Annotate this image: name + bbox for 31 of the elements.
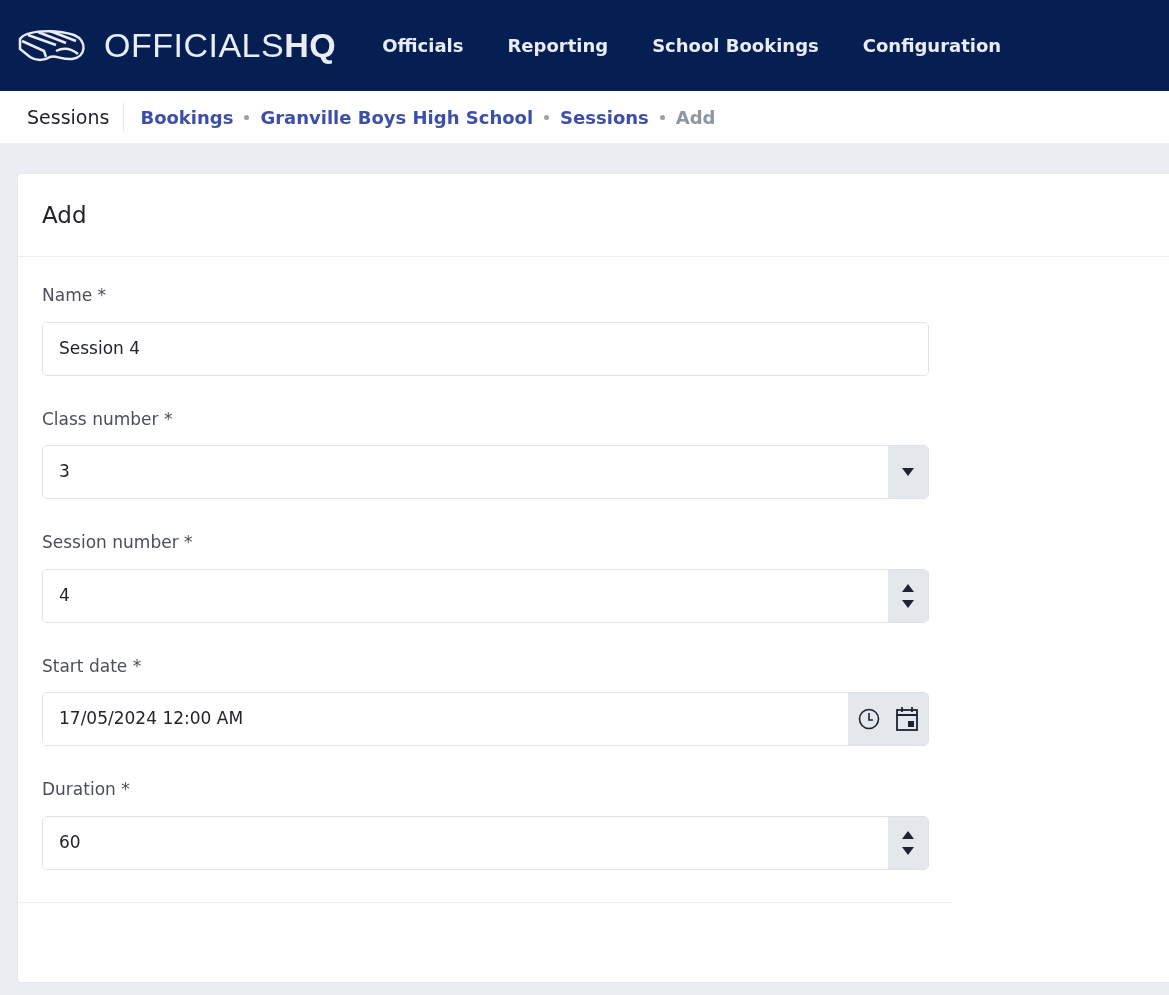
field-label: Session number * [42,531,194,554]
field-label: Name * [42,284,108,307]
nav-link[interactable]: Officials [360,32,486,59]
nav-link[interactable]: Configuration [840,32,1024,59]
nav-link[interactable]: Reporting [485,32,631,59]
nav-link[interactable]: School Bookings [630,32,841,59]
field-label: Start date * [42,654,143,678]
breadcrumb-separator-icon [659,114,665,120]
card-title: Add [42,200,87,230]
text-field[interactable]: Session 4 [42,321,929,376]
decrement-icon[interactable] [902,599,914,608]
breadcrumb-link[interactable]: Granville Boys High School [260,103,534,131]
increment-icon[interactable] [902,830,914,839]
calendar-icon[interactable] [896,707,918,731]
breadcrumb-link[interactable]: Sessions [560,103,649,131]
page-title: Sessions [27,103,125,131]
date-field[interactable]: 17/05/2024 12:00 AM [42,692,929,746]
breadcrumb-link[interactable]: Bookings [140,103,234,131]
decrement-icon[interactable] [902,846,914,855]
breadcrumb-current: Add [675,105,716,130]
field-label: Duration * [42,778,131,801]
breadcrumb-separator-icon [544,114,550,120]
clock-icon[interactable] [858,708,880,730]
number-field[interactable]: 4 [42,568,929,623]
breadcrumb-separator-icon [244,114,250,120]
dropdown-caret-icon[interactable] [902,468,914,476]
logo-text: OFFICIALSHQ [104,25,337,66]
select-field[interactable]: 3 [42,445,929,499]
field-label: Class number * [42,407,174,431]
increment-icon[interactable] [902,583,914,592]
number-field[interactable]: 60 [42,815,929,870]
